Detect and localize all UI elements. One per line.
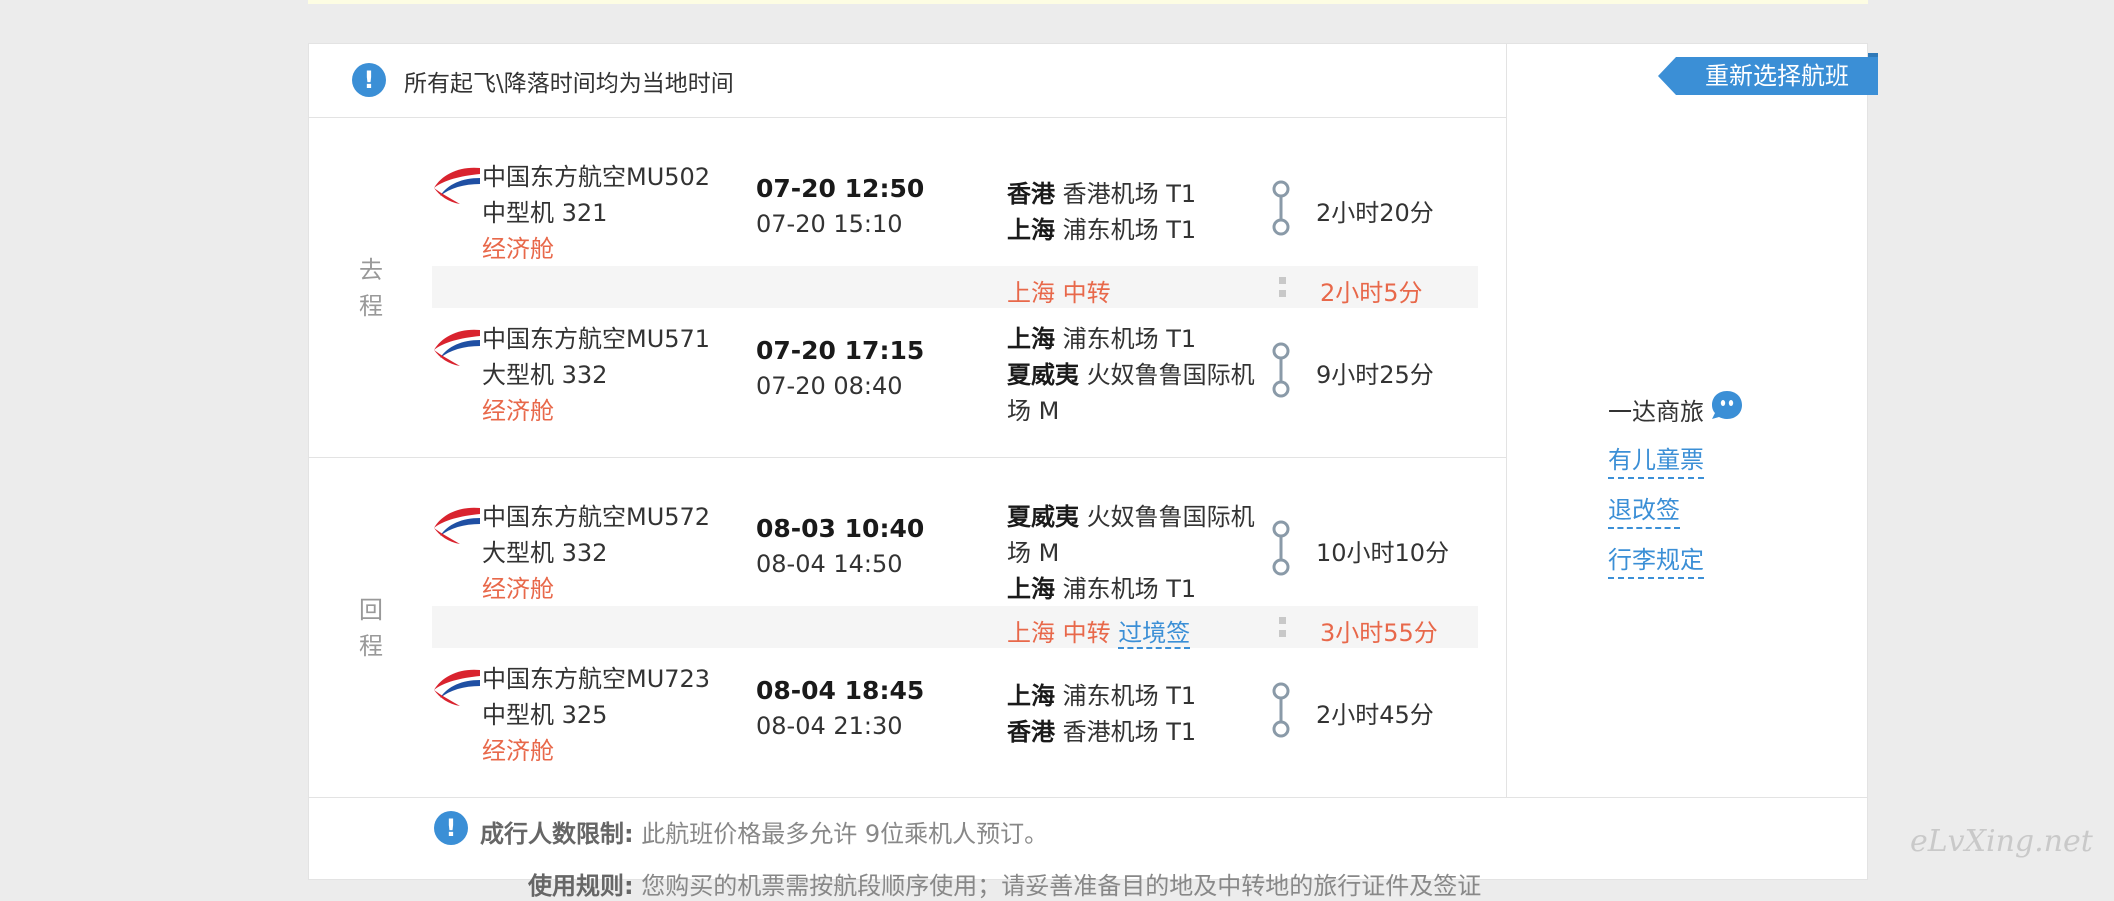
bottom-divider <box>308 797 1868 798</box>
flight-number: 中国东方航空MU572 <box>482 503 711 531</box>
from-airport-name: 浦东机场 T1 <box>1062 325 1197 353</box>
to-city: 上海 <box>1007 575 1055 603</box>
to-airport: 夏威夷 火奴鲁鲁国际机 <box>1007 355 1255 390</box>
to-airport-name: 火奴鲁鲁国际机 <box>1086 361 1255 389</box>
to-city: 上海 <box>1007 216 1055 244</box>
aircraft-type: 大型机 332 <box>482 361 608 389</box>
flight-number: 中国东方航空MU571 <box>482 325 711 353</box>
transfer-city: 上海 中转 <box>1007 273 1111 308</box>
cabin-class: 经济舱 <box>482 235 554 263</box>
reselect-flight-button[interactable]: 重新选择航班 <box>1658 57 1878 95</box>
layover-dots-icon <box>1279 617 1286 637</box>
arrive-time: 07-20 08:40 <box>756 372 903 400</box>
route-icon <box>1272 682 1290 738</box>
info-icon: ! <box>352 63 386 97</box>
depart-time: 08-04 18:45 <box>756 676 925 705</box>
depart-time: 07-20 12:50 <box>756 174 925 203</box>
flight-number: 中国东方航空MU723 <box>482 665 711 693</box>
chat-bubble-icon[interactable] <box>1710 388 1744 422</box>
limit-label: 成行人数限制: <box>480 820 634 848</box>
route-icon <box>1272 342 1290 398</box>
top-strip <box>308 0 1868 4</box>
from-airport-line2: 场 M <box>1007 539 1060 567</box>
transfer-city: 上海 中转 过境签 <box>1007 613 1191 649</box>
flight-duration: 10小时10分 <box>1316 539 1450 567</box>
watermark: eLvXing.net <box>1910 824 2093 859</box>
layover-dots-icon <box>1279 277 1286 297</box>
transit-visa-link[interactable]: 过境签 <box>1118 619 1191 649</box>
route-icon <box>1272 180 1290 236</box>
airline-logo-icon <box>434 507 480 544</box>
depart-time: 08-03 10:40 <box>756 514 925 543</box>
transfer-city-name: 上海 <box>1007 279 1055 307</box>
to-airport: 上海 浦东机场 T1 <box>1007 569 1196 604</box>
section-divider <box>308 457 1506 458</box>
flight-number: 中国东方航空MU502 <box>482 163 711 191</box>
arrive-time: 08-04 14:50 <box>756 550 903 578</box>
cabin-class: 经济舱 <box>482 737 554 765</box>
from-airport-name: 香港机场 T1 <box>1062 180 1197 208</box>
to-airport-name: 浦东机场 T1 <box>1062 216 1197 244</box>
return-label-1: 回 <box>359 596 383 624</box>
from-city: 夏威夷 <box>1007 503 1079 531</box>
flight-duration: 9小时25分 <box>1316 361 1434 389</box>
transfer-duration: 3小时55分 <box>1320 619 1438 647</box>
from-airport: 夏威夷 火奴鲁鲁国际机 <box>1007 497 1255 532</box>
info-icon: ! <box>434 811 468 845</box>
rule-label: 使用规则: <box>528 872 634 900</box>
outbound-label-2: 程 <box>359 292 383 320</box>
return-label-2: 程 <box>359 632 383 660</box>
to-airport: 上海 浦东机场 T1 <box>1007 210 1196 245</box>
from-airport-name: 火奴鲁鲁国际机 <box>1086 503 1255 531</box>
rule-text: 您购买的机票需按航段顺序使用；请妥善准备目的地及中转地的旅行证件及签证 <box>641 872 1482 900</box>
from-city: 上海 <box>1007 682 1055 710</box>
cabin-class: 经济舱 <box>482 397 554 425</box>
to-airport-name: 浦东机场 T1 <box>1062 575 1197 603</box>
transfer-label: 中转 <box>1062 279 1111 307</box>
transfer-label: 中转 <box>1062 619 1111 647</box>
usage-rule: 使用规则: 您购买的机票需按航段顺序使用；请妥善准备目的地及中转地的旅行证件及签… <box>528 866 1481 901</box>
limit-text: 此航班价格最多允许 9位乘机人预订。 <box>641 820 1049 848</box>
route-icon <box>1272 520 1290 576</box>
arrive-time: 07-20 15:10 <box>756 210 903 238</box>
from-airport: 上海 浦东机场 T1 <box>1007 676 1196 711</box>
transfer-city-name: 上海 <box>1007 619 1055 647</box>
airline-logo-icon <box>434 669 480 706</box>
passenger-limit: 成行人数限制: 此航班价格最多允许 9位乘机人预订。 <box>480 814 1048 849</box>
aircraft-type: 大型机 332 <box>482 539 608 567</box>
brand-name: 一达商旅 <box>1608 398 1704 426</box>
flight-duration: 2小时45分 <box>1316 701 1434 729</box>
to-city: 夏威夷 <box>1007 361 1079 389</box>
aircraft-type: 中型机 325 <box>482 701 608 729</box>
to-airport-name: 香港机场 T1 <box>1062 718 1197 746</box>
from-airport: 香港 香港机场 T1 <box>1007 174 1196 209</box>
notice-text: 所有起飞\降落时间均为当地时间 <box>404 71 734 97</box>
transfer-duration: 2小时5分 <box>1320 279 1423 307</box>
to-city: 香港 <box>1007 718 1055 746</box>
from-city: 上海 <box>1007 325 1055 353</box>
from-airport-name: 浦东机场 T1 <box>1062 682 1197 710</box>
baggage-rules-link[interactable]: 行李规定 <box>1608 540 1704 579</box>
child-ticket-link[interactable]: 有儿童票 <box>1608 440 1704 479</box>
airline-logo-icon <box>434 167 480 204</box>
airline-logo-icon <box>434 329 480 366</box>
to-airport-line2: 场 M <box>1007 397 1060 425</box>
outbound-label-1: 去 <box>359 256 383 284</box>
arrive-time: 08-04 21:30 <box>756 712 903 740</box>
cabin-class: 经济舱 <box>482 575 554 603</box>
from-city: 香港 <box>1007 180 1055 208</box>
to-airport: 香港 香港机场 T1 <box>1007 712 1196 747</box>
depart-time: 07-20 17:15 <box>756 336 925 365</box>
aircraft-type: 中型机 321 <box>482 199 608 227</box>
from-airport: 上海 浦东机场 T1 <box>1007 319 1196 354</box>
flight-duration: 2小时20分 <box>1316 199 1434 227</box>
refund-change-link[interactable]: 退改签 <box>1608 490 1680 529</box>
